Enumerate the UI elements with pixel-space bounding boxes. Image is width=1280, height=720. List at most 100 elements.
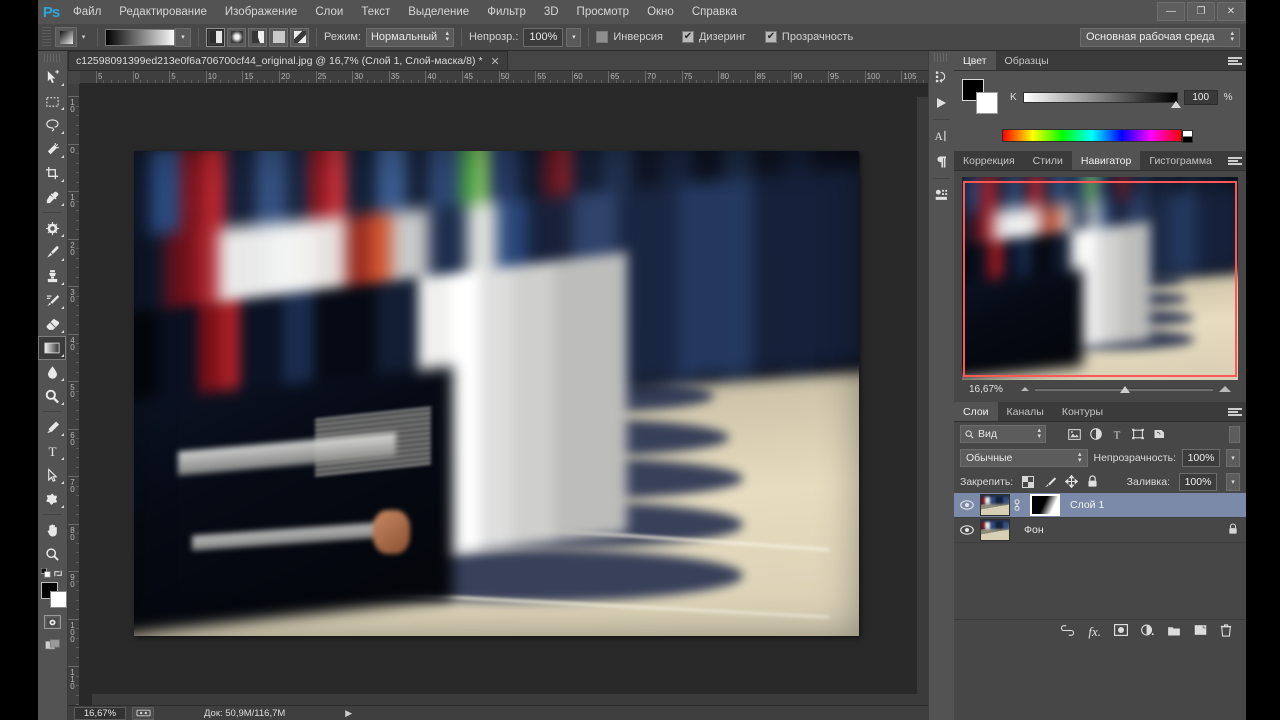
- tab-channels[interactable]: Каналы: [997, 402, 1053, 421]
- menu-layers[interactable]: Слои: [306, 0, 352, 24]
- navigator-zoom-slider[interactable]: [1035, 383, 1213, 395]
- zoom-in-icon[interactable]: [1219, 386, 1231, 392]
- layer-mask-thumbnail[interactable]: [1030, 494, 1060, 516]
- gradient-tool[interactable]: [38, 336, 66, 360]
- opacity-chevron-icon[interactable]: ▾: [566, 27, 582, 47]
- layer-opacity-chevron-icon[interactable]: ▾: [1226, 449, 1240, 467]
- eyedropper-tool[interactable]: [38, 185, 66, 209]
- options-bar-grip[interactable]: [42, 27, 51, 47]
- adjustment-layer-icon[interactable]: [1141, 624, 1154, 639]
- clone-stamp-tool[interactable]: [38, 264, 66, 288]
- canvas-horizontal-scrollbar[interactable]: [92, 694, 928, 705]
- layer-fx-icon[interactable]: fx.: [1088, 624, 1101, 640]
- path-selection-tool[interactable]: [38, 463, 66, 487]
- shape-filter-icon[interactable]: [1132, 428, 1144, 440]
- layer-visibility-icon[interactable]: [954, 525, 980, 535]
- navigator-zoom-value[interactable]: 16,67%: [969, 384, 1015, 395]
- zoom-tool[interactable]: [38, 542, 66, 566]
- tab-navigator[interactable]: Навигатор: [1071, 151, 1141, 170]
- menu-select[interactable]: Выделение: [399, 0, 478, 24]
- properties-icon[interactable]: [929, 182, 953, 208]
- color-panel-menu-icon[interactable]: [1228, 55, 1242, 67]
- tool-preset-picker[interactable]: [55, 27, 77, 47]
- menu-edit[interactable]: Редактирование: [110, 0, 216, 24]
- layer-filter-toggle[interactable]: [1229, 425, 1240, 443]
- menu-view[interactable]: Просмотр: [568, 0, 639, 24]
- reverse-checkbox-row[interactable]: ✔ Инверсия: [596, 31, 668, 43]
- history-icon[interactable]: [929, 64, 953, 90]
- default-colors-icon[interactable]: [41, 568, 52, 579]
- transparency-checkbox[interactable]: ✔: [764, 31, 777, 43]
- blur-tool[interactable]: [38, 360, 66, 384]
- actions-play-icon[interactable]: [929, 90, 953, 116]
- type-tool[interactable]: T: [38, 439, 66, 463]
- k-channel-slider[interactable]: [1022, 92, 1181, 108]
- dither-checkbox[interactable]: ✔: [681, 31, 694, 43]
- blend-mode-select[interactable]: Нормальный ▴ ▾: [365, 27, 454, 47]
- color-panel-swatches[interactable]: [962, 79, 1000, 114]
- dither-checkbox-row[interactable]: ✔ Дизеринг: [681, 31, 751, 43]
- angle-gradient-button[interactable]: [248, 27, 267, 47]
- close-tab-icon[interactable]: ✕: [491, 55, 500, 68]
- artboard[interactable]: [134, 151, 859, 636]
- close-button[interactable]: ✕: [1217, 2, 1245, 21]
- tab-paths[interactable]: Контуры: [1052, 402, 1113, 421]
- link-layers-icon[interactable]: [1060, 624, 1075, 639]
- menu-text[interactable]: Текст: [352, 0, 399, 24]
- tab-histogram[interactable]: Гистограмма: [1140, 151, 1221, 170]
- custom-shape-tool[interactable]: [38, 487, 66, 511]
- status-preview-icon[interactable]: [132, 706, 154, 720]
- tools-panel-grip[interactable]: [44, 54, 61, 62]
- gradient-picker-chevron-icon[interactable]: ▾: [175, 27, 191, 47]
- tab-adjustments[interactable]: Коррекция: [954, 151, 1024, 170]
- magic-wand-tool[interactable]: [38, 137, 66, 161]
- eraser-tool[interactable]: [38, 312, 66, 336]
- background-color-swatch[interactable]: [50, 591, 67, 608]
- layer-visibility-icon[interactable]: [954, 500, 980, 510]
- maximize-button[interactable]: ❐: [1187, 2, 1215, 21]
- navigator-view-box[interactable]: [963, 181, 1237, 377]
- layer-filter-select[interactable]: Вид ▴ ▾: [960, 425, 1046, 443]
- type-filter-icon[interactable]: T: [1111, 428, 1123, 441]
- screen-mode-button[interactable]: [38, 633, 66, 657]
- tab-styles[interactable]: Стили: [1023, 151, 1072, 170]
- new-layer-icon[interactable]: [1194, 624, 1207, 639]
- workspace-select[interactable]: Основная рабочая среда ▴ ▾: [1080, 27, 1240, 47]
- layer-thumbnail[interactable]: [980, 519, 1010, 541]
- navigator-thumbnail[interactable]: [962, 177, 1238, 380]
- tab-layers[interactable]: Слои: [954, 402, 998, 421]
- swap-colors-icon[interactable]: [53, 568, 64, 579]
- radial-gradient-button[interactable]: [227, 27, 246, 47]
- hand-tool[interactable]: [38, 518, 66, 542]
- menu-file[interactable]: Файл: [64, 0, 110, 24]
- slider-knob[interactable]: [1120, 385, 1131, 393]
- lasso-tool[interactable]: [38, 113, 66, 137]
- transparency-checkbox-row[interactable]: ✔ Прозрачность: [764, 31, 858, 43]
- diamond-gradient-button[interactable]: [290, 27, 309, 47]
- link-mask-icon[interactable]: [1012, 498, 1022, 512]
- layer-fill-chevron-icon[interactable]: ▾: [1226, 472, 1240, 491]
- opacity-input[interactable]: 100%: [523, 27, 564, 47]
- zoom-out-icon[interactable]: [1021, 387, 1029, 391]
- k-channel-value[interactable]: 100: [1183, 90, 1218, 105]
- navigator-panel-menu-icon[interactable]: [1228, 155, 1242, 167]
- tab-color[interactable]: Цвет: [954, 51, 996, 70]
- linear-gradient-button[interactable]: [206, 27, 225, 47]
- layers-panel-menu-icon[interactable]: [1228, 406, 1242, 418]
- canvas-vertical-scrollbar[interactable]: [917, 97, 928, 703]
- lock-image-icon[interactable]: [1043, 476, 1057, 488]
- pen-tool[interactable]: [38, 415, 66, 439]
- move-tool[interactable]: [38, 65, 66, 89]
- crop-tool[interactable]: [38, 161, 66, 185]
- layer-name[interactable]: Слой 1: [1070, 499, 1104, 511]
- layer-thumbnail[interactable]: [980, 494, 1010, 516]
- document-tab[interactable]: c12598091399ed213e0f6a706700cf44_origina…: [68, 51, 508, 70]
- status-zoom-input[interactable]: 16,67%: [74, 706, 126, 720]
- lock-position-icon[interactable]: [1065, 475, 1079, 488]
- pixel-filter-icon[interactable]: [1068, 428, 1081, 440]
- color-swatches[interactable]: [39, 581, 67, 611]
- table-row[interactable]: Фон: [954, 518, 1246, 543]
- vertical-ruler[interactable]: 10 0 10 20 30 40 50 60 70 80 90 100 110: [68, 84, 80, 705]
- new-group-icon[interactable]: [1167, 625, 1181, 639]
- reverse-checkbox[interactable]: ✔: [596, 31, 609, 43]
